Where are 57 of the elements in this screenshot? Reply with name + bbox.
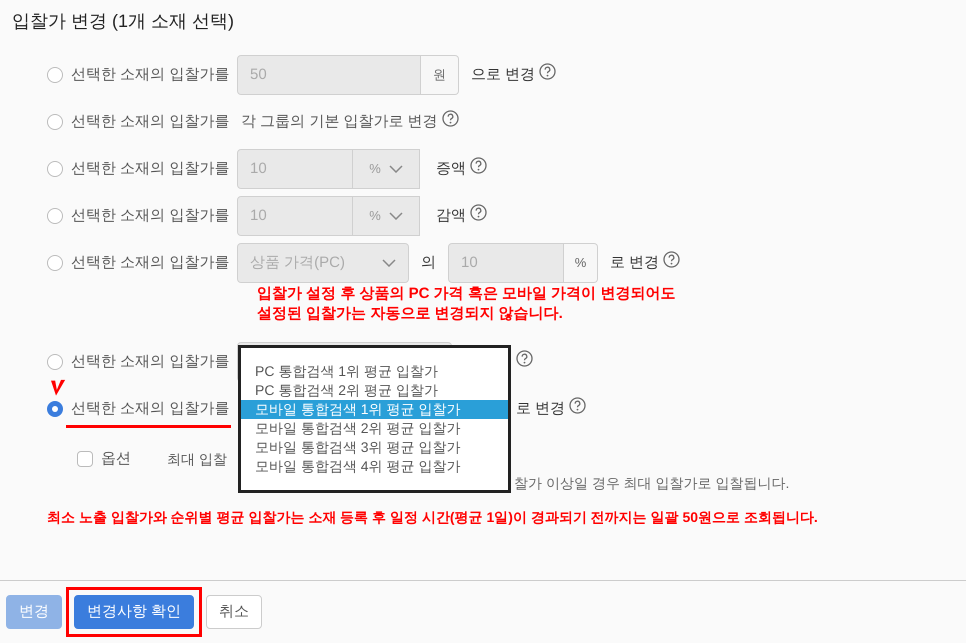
- dropdown-item[interactable]: PC 통합검색 2위 평균 입찰가: [241, 381, 508, 400]
- price-warning: 입찰가 설정 후 상품의 PC 가격 혹은 모바일 가격이 변경되어도: [257, 284, 676, 304]
- price-select[interactable]: 상품 가격(PC): [237, 243, 409, 283]
- unit-addon: %: [564, 243, 598, 283]
- help-icon[interactable]: [470, 204, 487, 220]
- option-label: 선택한 소재의 입찰가를: [71, 352, 230, 372]
- option-label: 선택한 소재의 입찰가를: [71, 398, 230, 419]
- help-icon[interactable]: [442, 110, 459, 126]
- help-icon[interactable]: [539, 62, 556, 80]
- connector-text: 의: [421, 252, 436, 273]
- help-icon[interactable]: [569, 396, 586, 414]
- option-label: 선택한 소재의 입찰가를: [71, 64, 230, 85]
- warning-text: 최소 노출 입찰가와 순위별 평균 입찰가는 소재 등록 후 일정 시간(평균 1일)이 경과되기 전까지는 일괄 50원으로 조회됩니다.: [46, 508, 819, 527]
- option-label: 선택한 소재의 입찰가를: [71, 206, 230, 226]
- dropdown-item[interactable]: 모바일 통합검색 4위 평균 입찰가: [241, 457, 508, 476]
- suffix-text: 증액: [436, 158, 466, 179]
- suffix-text: 감액: [436, 206, 466, 226]
- radio-button[interactable]: [47, 208, 63, 224]
- unit-addon: 원: [421, 55, 459, 95]
- radio-button[interactable]: [47, 161, 63, 177]
- suffix-text: 로 변경: [516, 398, 566, 419]
- option-label: 옵션: [101, 448, 131, 469]
- radio-button[interactable]: [47, 354, 63, 370]
- chevron-down-icon: [388, 165, 403, 173]
- dialog-title: 입찰가 변경 (1개 소재 선택): [11, 10, 236, 33]
- radio-button[interactable]: [47, 67, 63, 83]
- dropdown-item[interactable]: PC 통합검색 1위 평균 입찰가: [241, 362, 508, 381]
- radio-button[interactable]: [47, 114, 63, 130]
- suffix-text: 로 변경: [610, 252, 660, 273]
- input-field[interactable]: 10: [448, 243, 564, 283]
- radio-button[interactable]: [47, 255, 63, 271]
- chevron-down-icon: [382, 259, 396, 267]
- confirm-button[interactable]: 변경사항 확인: [74, 595, 194, 629]
- input-field[interactable]: 10: [237, 196, 353, 236]
- help-icon[interactable]: [516, 350, 533, 366]
- dropdown-item[interactable]: 모바일 통합검색 2위 평균 입찰가: [241, 419, 508, 438]
- help-icon[interactable]: [470, 156, 487, 174]
- unit-select[interactable]: %: [353, 196, 420, 236]
- suffix-text: 으로 변경: [471, 64, 536, 85]
- option-label: 선택한 소재의 입찰가를: [71, 112, 230, 132]
- option-checkbox[interactable]: [77, 451, 93, 467]
- help-icon[interactable]: [663, 250, 680, 268]
- input-field[interactable]: 50: [237, 55, 421, 95]
- unit-select[interactable]: %: [353, 149, 420, 189]
- dropdown-item[interactable]: 모바일 통합검색 3위 평균 입찰가: [241, 438, 508, 457]
- change-button[interactable]: 변경: [6, 595, 62, 629]
- price-warning: 설정된 입찰가는 자동으로 변경되지 않습니다.: [257, 304, 564, 324]
- max-bid-label: 최대 입찰: [167, 450, 227, 468]
- suffix-text: 각 그룹의 기본 입찰가로 변경: [241, 112, 438, 132]
- cancel-button[interactable]: 취소: [206, 595, 262, 629]
- dropdown-item[interactable]: 모바일 통합검색 1위 평균 입찰가: [241, 400, 508, 419]
- input-field[interactable]: 10: [237, 149, 353, 189]
- option-label: 선택한 소재의 입찰가를: [71, 252, 230, 273]
- radio-button[interactable]: [47, 401, 63, 417]
- chevron-down-icon: [388, 212, 403, 220]
- option-note: 찰가 이상일 경우 최대 입찰가로 입찰됩니다.: [514, 475, 790, 491]
- option-label: 선택한 소재의 입찰가를: [71, 158, 230, 179]
